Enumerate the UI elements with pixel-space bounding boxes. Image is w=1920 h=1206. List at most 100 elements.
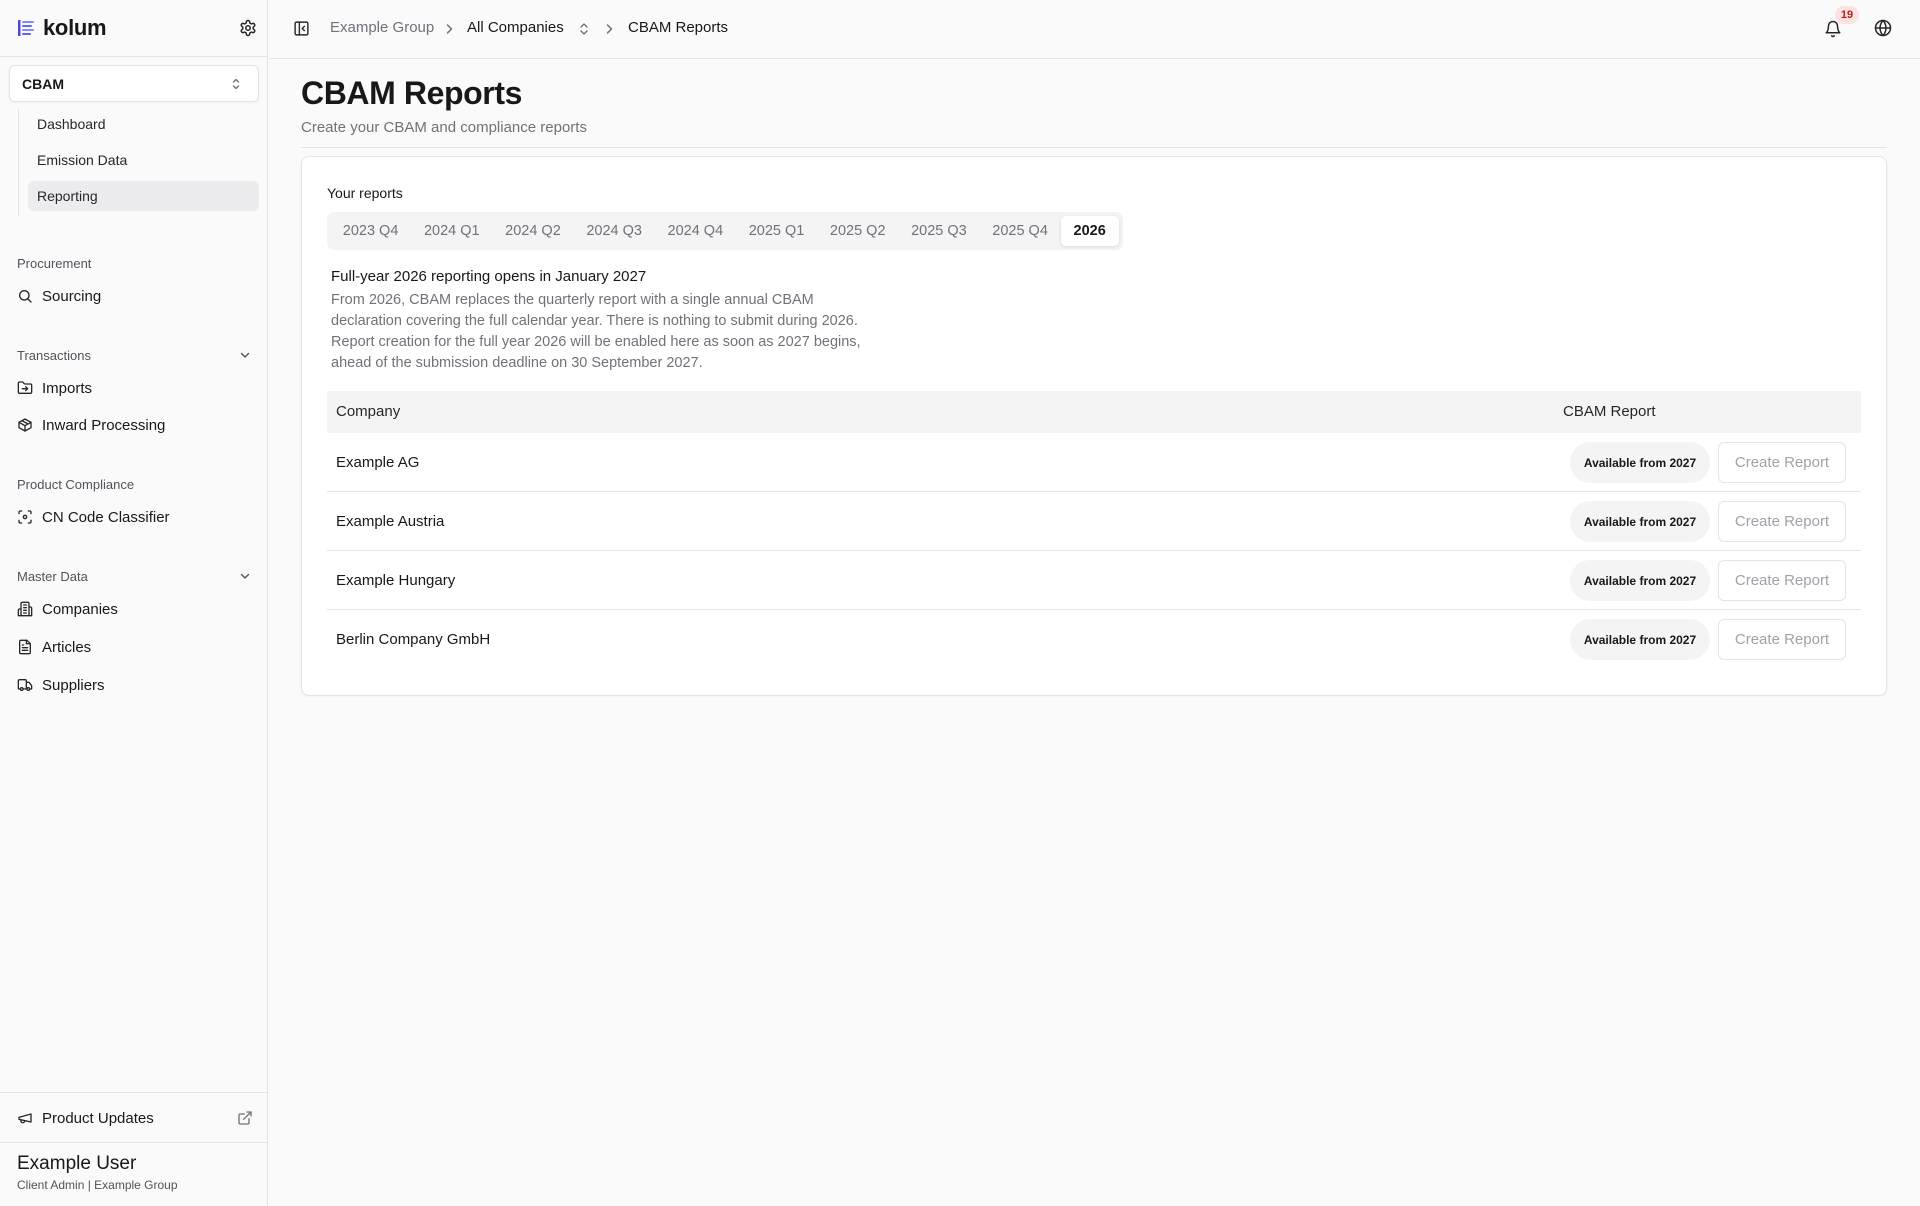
section-label-text: Transactions bbox=[17, 347, 91, 363]
status-badge: Available from 2027 bbox=[1570, 442, 1710, 483]
sidebar-divider bbox=[0, 56, 268, 57]
notice-body: From 2026, CBAM replaces the quarterly r… bbox=[331, 292, 861, 371]
company-name: Example Austria bbox=[336, 513, 445, 530]
building-icon bbox=[17, 601, 33, 617]
nav-item-label: Sourcing bbox=[42, 287, 102, 305]
subnav-item-label: Dashboard bbox=[37, 116, 106, 132]
page-title: CBAM Reports bbox=[301, 75, 522, 111]
company-name: Berlin Company GmbH bbox=[336, 631, 491, 648]
subnav-item-label: Reporting bbox=[37, 188, 98, 204]
chevron-down-icon[interactable] bbox=[239, 349, 251, 361]
nav-item-label: Inward Processing bbox=[42, 416, 166, 434]
document-icon bbox=[17, 639, 33, 655]
subnav-item-reporting[interactable]: Reporting bbox=[28, 181, 259, 211]
sidebar: kolum CBAM Dashboard Emission Data Repor… bbox=[0, 0, 268, 1206]
tab-2026[interactable]: 2026 bbox=[1060, 216, 1119, 246]
create-report-button[interactable]: Create Report bbox=[1718, 560, 1846, 601]
create-report-button[interactable]: Create Report bbox=[1718, 442, 1846, 483]
globe-icon[interactable] bbox=[1874, 19, 1892, 37]
megaphone-icon bbox=[17, 1110, 33, 1126]
nav-item-product-updates[interactable]: Product Updates bbox=[17, 1106, 253, 1130]
truck-icon bbox=[17, 677, 33, 693]
create-report-button[interactable]: Create Report bbox=[1718, 501, 1846, 542]
nav-item-articles[interactable]: Articles bbox=[17, 635, 253, 659]
breadcrumb-example-group[interactable]: Example Group bbox=[330, 19, 434, 36]
sidebar-divider bbox=[0, 1092, 268, 1093]
module-select-label: CBAM bbox=[22, 75, 64, 92]
tab-2025-q3[interactable]: 2025 Q3 bbox=[898, 216, 979, 246]
brand: kolum bbox=[17, 14, 257, 42]
section-label-product-compliance: Product Compliance bbox=[17, 476, 251, 492]
main-divider bbox=[301, 147, 1887, 148]
chevron-right-icon bbox=[604, 23, 614, 35]
status-badge: Available from 2027 bbox=[1570, 619, 1710, 660]
chevron-down-icon[interactable] bbox=[239, 570, 251, 582]
tab-2025-q4[interactable]: 2025 Q4 bbox=[980, 216, 1061, 246]
column-header-company: Company bbox=[336, 403, 401, 420]
nav-item-cn-code-classifier[interactable]: CN Code Classifier bbox=[17, 505, 253, 529]
cbam-subnav: Dashboard Emission Data Reporting bbox=[18, 109, 259, 217]
search-icon bbox=[17, 288, 33, 304]
notice-title: Full-year 2026 reporting opens in Januar… bbox=[331, 268, 647, 285]
nav-item-sourcing[interactable]: Sourcing bbox=[17, 284, 253, 308]
tab-2024-q1[interactable]: 2024 Q1 bbox=[411, 216, 492, 246]
subnav-item-label: Emission Data bbox=[37, 152, 128, 168]
section-label-text: Procurement bbox=[17, 255, 92, 271]
user-role: Client Admin | Example Group bbox=[17, 1178, 178, 1192]
section-label-transactions[interactable]: Transactions bbox=[17, 347, 251, 363]
reports-label: Your reports bbox=[327, 185, 403, 201]
scan-icon bbox=[17, 509, 33, 525]
table-row: Berlin Company GmbH Available from 2027 … bbox=[327, 610, 1861, 669]
nav-item-label: Articles bbox=[42, 638, 92, 656]
nav-item-label: Companies bbox=[42, 600, 118, 618]
breadcrumb-all-companies[interactable]: All Companies bbox=[467, 19, 564, 36]
period-tabs: 2023 Q4 2024 Q1 2024 Q2 2024 Q3 2024 Q4 … bbox=[327, 212, 1123, 250]
folder-import-icon bbox=[17, 380, 33, 396]
chevrons-up-down-icon[interactable] bbox=[578, 21, 590, 37]
nav-item-inward-processing[interactable]: Inward Processing bbox=[17, 413, 253, 437]
table-row: Example Austria Available from 2027 Crea… bbox=[327, 492, 1861, 551]
nav-item-imports[interactable]: Imports bbox=[17, 376, 253, 400]
nav-item-label: Product Updates bbox=[42, 1109, 154, 1127]
subnav-item-dashboard[interactable]: Dashboard bbox=[28, 109, 259, 139]
topbar: Example Group All Companies CBAM Reports… bbox=[269, 0, 1920, 59]
sidebar-divider bbox=[0, 1142, 268, 1143]
subnav-item-emission-data[interactable]: Emission Data bbox=[28, 145, 259, 175]
section-label-master-data[interactable]: Master Data bbox=[17, 568, 251, 584]
tab-2024-q2[interactable]: 2024 Q2 bbox=[492, 216, 573, 246]
column-header-cbam-report: CBAM Report bbox=[1563, 403, 1656, 420]
section-label-text: Master Data bbox=[17, 568, 88, 584]
chevrons-up-down-icon bbox=[230, 77, 242, 91]
company-name: Example Hungary bbox=[336, 572, 456, 589]
brand-name: kolum bbox=[43, 15, 107, 40]
nav-item-label: Imports bbox=[42, 379, 93, 397]
tab-2024-q3[interactable]: 2024 Q3 bbox=[574, 216, 655, 246]
page-subtitle: Create your CBAM and compliance reports bbox=[301, 119, 587, 136]
section-label-procurement: Procurement bbox=[17, 255, 251, 271]
kolum-logo-icon bbox=[17, 19, 35, 37]
status-badge: Available from 2027 bbox=[1570, 501, 1710, 542]
table-row: Example AG Available from 2027 Create Re… bbox=[327, 433, 1861, 492]
tab-2025-q2[interactable]: 2025 Q2 bbox=[817, 216, 898, 246]
create-report-button[interactable]: Create Report bbox=[1718, 619, 1846, 660]
section-label-text: Product Compliance bbox=[17, 476, 135, 492]
module-select[interactable]: CBAM bbox=[9, 65, 259, 102]
tab-2023-q4[interactable]: 2023 Q4 bbox=[330, 216, 411, 246]
status-badge: Available from 2027 bbox=[1570, 560, 1710, 601]
table-header: Company CBAM Report bbox=[327, 391, 1861, 433]
breadcrumb-cbam-reports: CBAM Reports bbox=[628, 19, 729, 36]
tab-2024-q4[interactable]: 2024 Q4 bbox=[655, 216, 736, 246]
package-icon bbox=[17, 417, 33, 433]
settings-gear-icon[interactable] bbox=[239, 19, 257, 37]
user-name[interactable]: Example User bbox=[17, 1153, 136, 1175]
nav-item-suppliers[interactable]: Suppliers bbox=[17, 673, 253, 697]
table-row: Example Hungary Available from 2027 Crea… bbox=[327, 551, 1861, 610]
notification-badge: 19 bbox=[1835, 6, 1859, 24]
nav-item-label: Suppliers bbox=[42, 676, 105, 694]
external-link-icon bbox=[237, 1110, 253, 1126]
sidebar-toggle-icon[interactable] bbox=[293, 20, 310, 37]
chevron-right-icon bbox=[444, 23, 454, 35]
reports-card: Your reports 2023 Q4 2024 Q1 2024 Q2 202… bbox=[301, 156, 1887, 696]
nav-item-companies[interactable]: Companies bbox=[17, 597, 253, 621]
tab-2025-q1[interactable]: 2025 Q1 bbox=[736, 216, 817, 246]
